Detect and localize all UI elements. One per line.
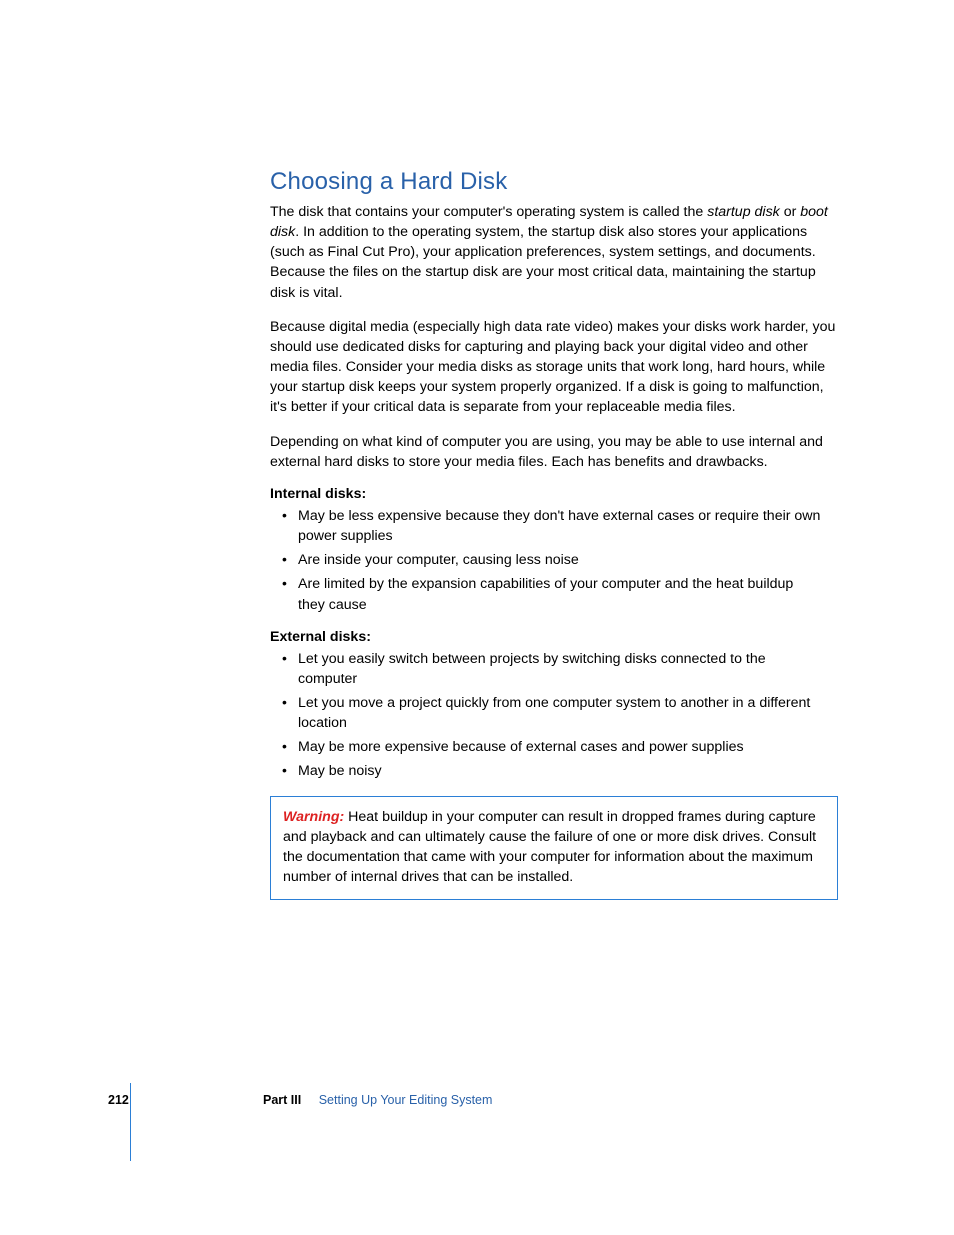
subhead-internal-disks: Internal disks:	[270, 486, 838, 502]
list-item: May be less expensive because they don't…	[282, 506, 822, 546]
page-footer: 212 Part III Setting Up Your Editing Sys…	[108, 1093, 828, 1107]
paragraph-2: Because digital media (especially high d…	[270, 317, 838, 418]
warning-label: Warning:	[283, 809, 344, 825]
list-internal-disks: May be less expensive because they don't…	[282, 506, 838, 615]
page-number: 212	[108, 1093, 263, 1107]
list-item: Are limited by the expansion capabilitie…	[282, 574, 822, 614]
term-startup-disk: startup disk	[707, 204, 780, 220]
text-run: The disk that contains your computer's o…	[270, 204, 707, 220]
warning-text: Warning: Heat buildup in your computer c…	[283, 807, 825, 888]
list-item: Let you easily switch between projects b…	[282, 649, 822, 689]
text-run: or	[780, 204, 801, 220]
part-title: Setting Up Your Editing System	[319, 1093, 493, 1107]
warning-body: Heat buildup in your computer can result…	[283, 809, 816, 885]
text-run: . In addition to the operating system, t…	[270, 224, 816, 300]
list-item: May be noisy	[282, 761, 822, 781]
paragraph-3: Depending on what kind of computer you a…	[270, 432, 838, 472]
list-item: Are inside your computer, causing less n…	[282, 550, 822, 570]
list-item: May be more expensive because of externa…	[282, 737, 822, 757]
list-external-disks: Let you easily switch between projects b…	[282, 649, 838, 782]
section-heading: Choosing a Hard Disk	[270, 168, 838, 196]
part-label: Part III	[263, 1093, 301, 1107]
list-item: Let you move a project quickly from one …	[282, 693, 822, 733]
paragraph-1: The disk that contains your computer's o…	[270, 202, 838, 303]
warning-box: Warning: Heat buildup in your computer c…	[270, 796, 838, 901]
subhead-external-disks: External disks:	[270, 629, 838, 645]
page-content: Choosing a Hard Disk The disk that conta…	[270, 168, 838, 900]
